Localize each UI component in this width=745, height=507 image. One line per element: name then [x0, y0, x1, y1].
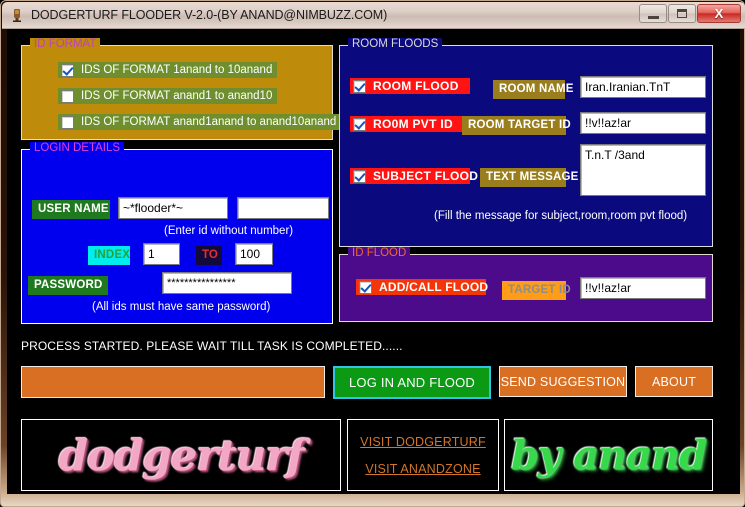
- checkbox-label: RO0M PVT ID: [373, 117, 453, 131]
- password-label: PASSWORD: [28, 276, 108, 295]
- username-extra-input[interactable]: [237, 197, 329, 219]
- checkbox-label: IDS OF FORMAT 1anand to 10anand: [81, 64, 273, 76]
- dodgerturf-logo: dodgerturf: [58, 430, 304, 480]
- checkbox-icon: [353, 169, 366, 183]
- id-format-group: ID FORMAT IDS OF FORMAT 1anand to 10anan…: [21, 38, 342, 140]
- checkbox-label: ADD/CALL FLOOD: [379, 280, 489, 294]
- checkbox-room-pvt-id[interactable]: RO0M PVT ID: [350, 116, 470, 132]
- link-visit-anandzone[interactable]: VISIT ANANDZONE: [365, 462, 480, 476]
- index-from-input[interactable]: 1: [143, 243, 180, 265]
- links-panel: VISIT DODGERTURF VISIT ANANDZONE: [347, 419, 499, 491]
- checkbox-id-format-2[interactable]: IDS OF FORMAT anand1 to anand10: [58, 88, 278, 104]
- target-id-input[interactable]: !!v!!az!ar: [580, 277, 706, 299]
- send-suggestion-button[interactable]: SEND SUGGESTION: [499, 366, 627, 397]
- link-visit-dodgerturf[interactable]: VISIT DODGERTURF: [360, 435, 486, 449]
- checkbox-label: IDS OF FORMAT anand1 to anand10: [81, 90, 273, 102]
- window-controls: X: [638, 4, 741, 23]
- status-text: PROCESS STARTED. PLEASE WAIT TILL TASK I…: [21, 339, 403, 353]
- username-label: USER NAME: [32, 200, 110, 219]
- checkbox-icon: [359, 280, 372, 294]
- checkbox-label: SUBJECT FLOOD: [373, 169, 479, 183]
- checkbox-icon: [61, 89, 74, 103]
- id-flood-legend: ID FLOOD: [348, 247, 411, 260]
- checkbox-id-format-3[interactable]: IDS OF FORMAT anand1anand to anand10anan…: [58, 114, 342, 130]
- application-window: DODGERTURF FLOODER V-2.0-(BY ANAND@NIMBU…: [0, 0, 745, 507]
- checkbox-label: IDS OF FORMAT anand1anand to anand10anan…: [81, 116, 337, 128]
- minimize-button[interactable]: [639, 4, 667, 23]
- checkbox-icon: [353, 79, 366, 93]
- username-input[interactable]: ~*flooder*~: [118, 197, 228, 219]
- room-floods-legend: ROOM FLOODS: [348, 38, 443, 51]
- text-message-label: TEXT MESSAGE: [480, 168, 578, 187]
- dodgerturf-logo-panel: dodgerturf: [21, 419, 341, 491]
- window-title: DODGERTURF FLOODER V-2.0-(BY ANAND@NIMBU…: [31, 8, 388, 22]
- room-target-id-input[interactable]: !!v!!az!ar: [580, 112, 706, 134]
- by-anand-panel: by anand: [504, 419, 713, 491]
- room-name-input[interactable]: Iran.Iranian.TnT: [580, 76, 706, 98]
- id-flood-group: ID FLOOD ADD/CALL FLOOD TARGET ID !!v!!a…: [339, 247, 713, 322]
- checkbox-label: ROOM FLOOD: [373, 79, 459, 93]
- close-button[interactable]: X: [697, 4, 741, 23]
- password-input[interactable]: ****************: [162, 272, 292, 294]
- checkbox-icon: [353, 117, 366, 131]
- maximize-button[interactable]: [668, 4, 696, 23]
- username-hint: (Enter id without number): [164, 225, 294, 237]
- index-label: INDEX: [88, 246, 130, 265]
- checkbox-add-call-flood[interactable]: ADD/CALL FLOOD: [356, 279, 489, 295]
- checkbox-room-flood[interactable]: ROOM FLOOD: [350, 78, 470, 94]
- progress-bar: [21, 366, 325, 398]
- checkbox-subject-flood[interactable]: SUBJECT FLOOD: [350, 168, 478, 184]
- maximize-icon: [677, 9, 687, 18]
- client-area: ID FORMAT IDS OF FORMAT 1anand to 10anan…: [7, 29, 740, 494]
- by-anand-logo: by anand: [510, 431, 707, 479]
- app-icon: [9, 7, 25, 23]
- about-button[interactable]: ABOUT: [635, 366, 713, 397]
- text-message-input[interactable]: T.n.T /3and: [580, 144, 706, 196]
- login-and-flood-button[interactable]: LOG IN AND FLOOD: [333, 366, 491, 399]
- checkbox-id-format-1[interactable]: IDS OF FORMAT 1anand to 10anand: [58, 62, 278, 78]
- room-floods-hint: (Fill the message for subject,room,room …: [434, 210, 688, 222]
- title-bar[interactable]: DODGERTURF FLOODER V-2.0-(BY ANAND@NIMBU…: [2, 2, 745, 29]
- password-hint: (All ids must have same password): [92, 301, 271, 313]
- checkbox-icon: [61, 63, 74, 77]
- minimize-icon: [647, 15, 659, 19]
- checkbox-icon: [61, 115, 74, 129]
- login-details-legend: LOGIN DETAILS: [30, 142, 125, 155]
- to-label: TO: [196, 246, 222, 265]
- room-floods-group: ROOM FLOODS ROOM FLOOD RO0M PVT ID SUBJE…: [339, 38, 713, 247]
- target-id-label: TARGET ID: [502, 281, 571, 300]
- room-target-id-label: ROOM TARGET ID: [462, 116, 571, 135]
- index-to-input[interactable]: 100: [235, 243, 273, 265]
- id-format-legend: ID FORMAT: [30, 38, 101, 51]
- login-details-group: LOGIN DETAILS USER NAME ~*flooder*~ (Ent…: [21, 142, 333, 324]
- room-name-label: ROOM NAME: [493, 80, 573, 99]
